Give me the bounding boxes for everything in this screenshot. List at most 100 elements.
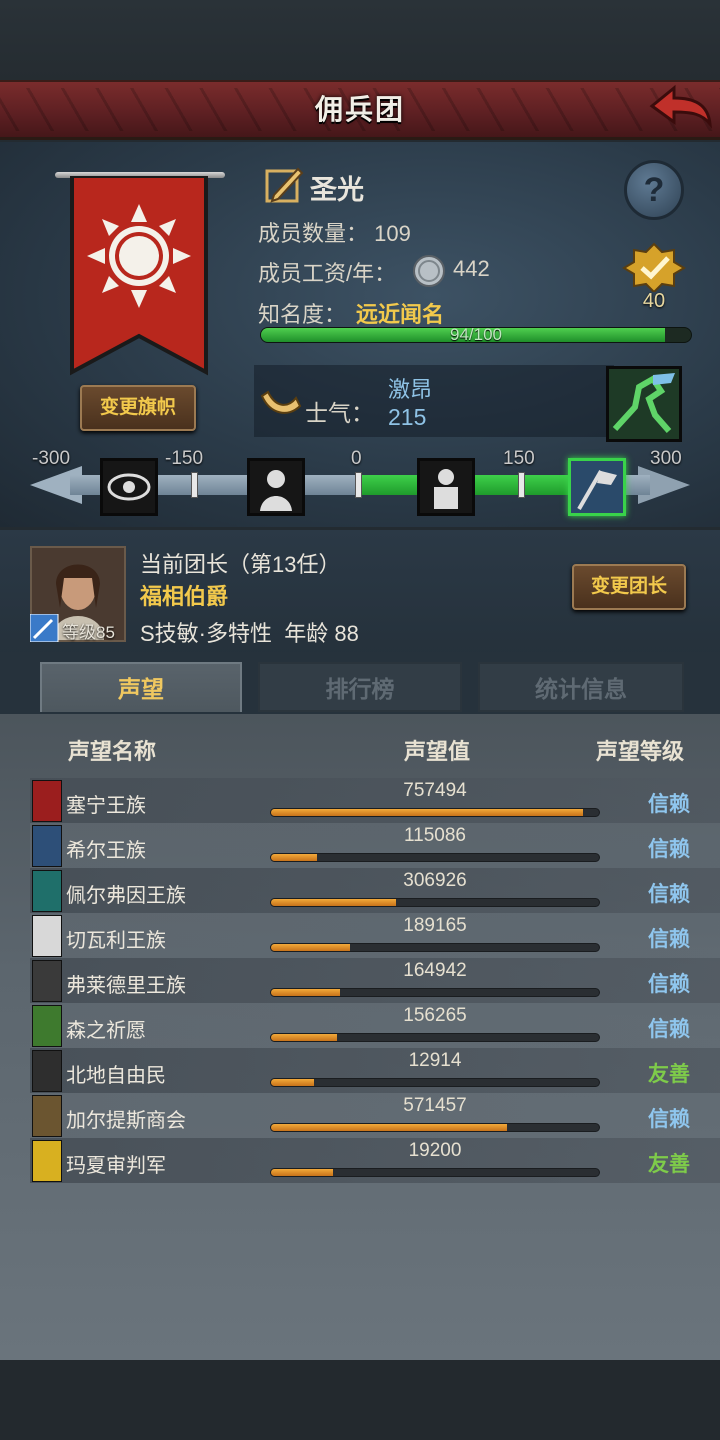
- table-row[interactable]: 佩尔弗因王族 306926 信赖: [30, 868, 720, 913]
- reputation-bar: [270, 943, 600, 952]
- reputation-value: 306926: [403, 870, 467, 891]
- faction-name: 切瓦利王族: [66, 930, 166, 952]
- column-header-level: 声望等级: [596, 739, 685, 764]
- faction-emblem-icon: [32, 825, 62, 867]
- sun-banner-icon: [70, 174, 208, 376]
- scale-tick-label: -150: [165, 448, 204, 469]
- table-row[interactable]: 希尔王族 115086 信赖: [30, 823, 720, 868]
- reputation-level: 友善: [648, 1063, 690, 1086]
- table-row[interactable]: 弗莱德里王族 164942 信赖: [30, 958, 720, 1003]
- faction-name: 加尔提斯商会: [66, 1110, 186, 1132]
- fame-progress-text: 94/100: [450, 325, 502, 344]
- reputation-value: 571457: [403, 1095, 467, 1116]
- faction-emblem-icon: [32, 1050, 62, 1092]
- column-header-value: 声望值: [404, 739, 471, 764]
- captain-age-label: 年龄: [284, 621, 329, 646]
- faction-emblem-icon: [32, 780, 62, 822]
- help-icon[interactable]: ?: [624, 160, 684, 220]
- tab-leaderboard[interactable]: 排行榜: [258, 662, 462, 712]
- rank-value: 40: [642, 290, 666, 312]
- scale-tick: [518, 472, 525, 498]
- reputation-bar-fill: [271, 1169, 334, 1176]
- edit-name-icon[interactable]: [264, 165, 304, 205]
- reputation-bar: [270, 988, 600, 997]
- member-count-value: 109: [374, 221, 411, 246]
- reputation-bar-fill: [271, 854, 317, 861]
- reputation-level: 信赖: [648, 928, 690, 951]
- scale-tick: [191, 472, 198, 498]
- morale-status-icon[interactable]: [606, 366, 682, 442]
- reputation-value: 156265: [403, 1005, 467, 1026]
- member-count-row: 成员数量： 109: [258, 216, 411, 248]
- captain-name: 福相伯爵: [140, 584, 229, 609]
- scale-tick-label: 150: [503, 448, 535, 469]
- reputation-bar-fill: [271, 899, 396, 906]
- column-header-name: 声望名称: [68, 739, 157, 764]
- scale-tick-label: 300: [650, 448, 682, 469]
- reputation-level: 信赖: [648, 1108, 690, 1131]
- captain-traits-row: S技敏·多特性 年龄 88: [140, 616, 359, 648]
- level-label: 等级: [62, 623, 96, 642]
- change-captain-button[interactable]: 变更团长: [572, 564, 686, 610]
- tab-reputation[interactable]: 声望: [40, 662, 242, 712]
- faction-name: 佩尔弗因王族: [66, 885, 186, 907]
- reputation-value: 19200: [408, 1140, 462, 1161]
- faction-name: 北地自由民: [66, 1065, 166, 1087]
- morale-label: 士气：: [305, 400, 374, 426]
- table-row[interactable]: 森之祈愿 156265 信赖: [30, 1003, 720, 1048]
- faction-emblem-icon: [32, 960, 62, 1002]
- reputation-value: 757494: [403, 780, 467, 801]
- reputation-level: 信赖: [648, 1018, 690, 1041]
- reputation-level: 信赖: [648, 793, 690, 816]
- table-row[interactable]: 塞宁王族 757494 信赖: [30, 778, 720, 823]
- reputation-bar-fill: [271, 1079, 314, 1086]
- reputation-bar-fill: [271, 1034, 337, 1041]
- reputation-bar: [270, 853, 600, 862]
- morale-level-despair-icon[interactable]: [100, 458, 158, 516]
- captain-age-value: 88: [334, 621, 359, 646]
- horn-icon: [260, 388, 302, 422]
- tab-statistics[interactable]: 统计信息: [478, 662, 684, 712]
- reputation-bar: [270, 1033, 600, 1042]
- status-strip: [0, 0, 720, 80]
- reputation-value: 115086: [404, 825, 466, 846]
- back-button[interactable]: [644, 84, 714, 134]
- salary-value: 442: [453, 256, 490, 281]
- table-row[interactable]: 切瓦利王族 189165 信赖: [30, 913, 720, 958]
- reputation-value: 12914: [408, 1050, 462, 1071]
- faction-emblem-icon: [32, 1005, 62, 1047]
- table-row[interactable]: 玛夏审判军 19200 友善: [30, 1138, 720, 1183]
- captain-level: 等级85: [62, 618, 115, 643]
- reputation-bar: [270, 898, 600, 907]
- page-title: 佣兵团: [314, 94, 405, 125]
- back-arrow-icon: [649, 84, 713, 129]
- morale-value: 215: [388, 404, 427, 430]
- faction-emblem-icon: [32, 1095, 62, 1137]
- table-row[interactable]: 北地自由民 12914 友善: [30, 1048, 720, 1093]
- morale-level-steady-icon[interactable]: [417, 458, 475, 516]
- faction-name: 森之祈愿: [66, 1020, 146, 1042]
- change-flag-button[interactable]: 变更旗帜: [80, 385, 196, 431]
- scale-tick-label: -300: [32, 448, 71, 469]
- morale-level-inspired-icon[interactable]: [568, 458, 626, 516]
- reputation-value: 189165: [403, 915, 467, 936]
- scale-tick: [355, 472, 362, 498]
- sword-class-icon: [29, 613, 59, 643]
- scale-tick-label: 0: [351, 448, 362, 469]
- faction-name: 弗莱德里王族: [66, 975, 186, 997]
- reputation-level: 信赖: [648, 883, 690, 906]
- reputation-bar-fill: [271, 809, 583, 816]
- faction-emblem-icon: [32, 1140, 62, 1182]
- bottom-strip: [0, 1360, 720, 1440]
- faction-emblem-icon: [32, 870, 62, 912]
- reputation-bar-fill: [271, 989, 340, 996]
- coin-icon: [412, 254, 446, 288]
- reputation-level: 友善: [648, 1153, 690, 1176]
- table-row[interactable]: 加尔提斯商会 571457 信赖: [30, 1093, 720, 1138]
- rank-badge-icon[interactable]: [622, 242, 686, 294]
- reputation-bar: [270, 808, 600, 817]
- company-banner[interactable]: [68, 174, 210, 376]
- reputation-value: 164942: [403, 960, 467, 981]
- morale-level-fear-icon[interactable]: [247, 458, 305, 516]
- captain-traits: S技敏·多特性: [140, 621, 273, 646]
